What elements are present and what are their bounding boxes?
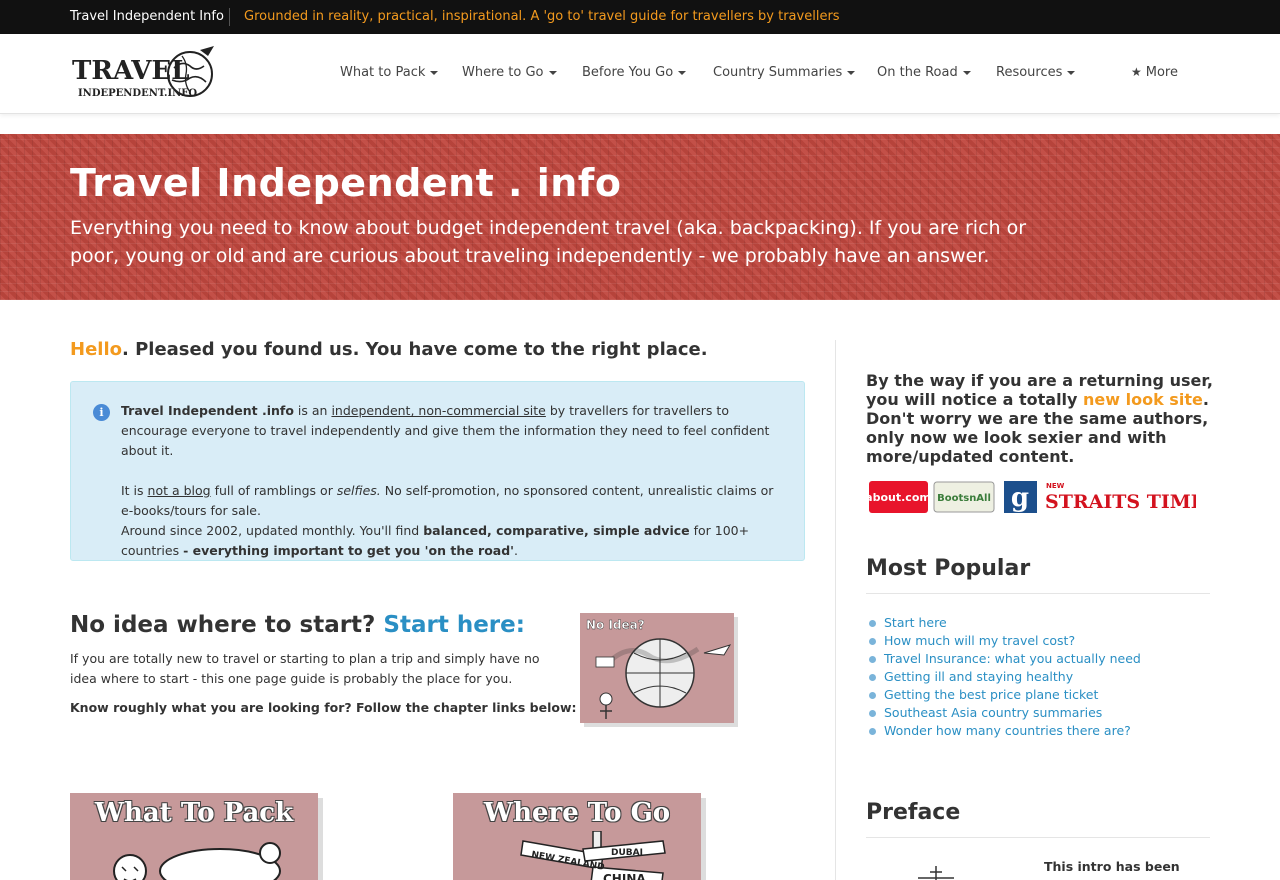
popular-link[interactable]: Southeast Asia country summaries	[866, 704, 1141, 722]
nav-label: Where to Go	[462, 65, 544, 80]
caret-down-icon	[548, 70, 557, 75]
nav-label: More	[1145, 65, 1178, 80]
svg-text:about.com: about.com	[866, 491, 931, 504]
nav-where-to-go[interactable]: Where to Go	[462, 65, 557, 80]
hero-title: Travel Independent . info	[70, 161, 622, 205]
intro-info-box: i Travel Independent .info is an indepen…	[70, 381, 805, 561]
preface-heading: Preface	[866, 800, 961, 825]
chapter-title: Where To Go	[483, 798, 671, 828]
selfies-text: selfies.	[336, 483, 381, 498]
svg-text:CHINA: CHINA	[603, 872, 646, 880]
straits-times-logo: STRAITS TIMES	[1045, 491, 1196, 513]
nav-before-you-go[interactable]: Before You Go	[582, 65, 687, 80]
intro-text: Travel Independent .info is an independe…	[121, 401, 789, 561]
start-here-link[interactable]: Start here:	[383, 612, 525, 638]
signpost-illustration: NEW ZEALAND DUBAI CHINA	[520, 831, 666, 880]
nav-label: Country Summaries	[713, 65, 843, 80]
text: It is	[121, 483, 148, 498]
start-here-text: If you are totally new to travel or star…	[70, 651, 540, 686]
nav-label: On the Road	[877, 65, 958, 80]
text: full of ramblings or	[210, 483, 337, 498]
bold-text: balanced, comparative, simple advice	[423, 523, 690, 538]
start-heading-text: No idea where to start?	[70, 612, 384, 638]
intro-paragraph-2: It is not a blog full of ramblings or se…	[121, 481, 789, 521]
start-here-heading: No idea where to start? Start here:	[70, 612, 525, 638]
chapter-title: What To Pack	[94, 798, 294, 828]
nav-on-the-road[interactable]: On the Road	[877, 65, 971, 80]
chapter-what-to-pack[interactable]: What To Pack	[70, 793, 318, 880]
svg-text:g: g	[1011, 483, 1029, 513]
text: is an	[293, 403, 332, 418]
no-idea-image-text: No Idea?	[586, 618, 645, 632]
bold-text: - everything important to get you 'on th…	[183, 543, 515, 558]
new-look-site-link[interactable]: new look site	[1083, 390, 1203, 409]
svg-text:DUBAI: DUBAI	[611, 848, 643, 858]
popular-link[interactable]: Wonder how many countries there are?	[866, 722, 1141, 740]
sidebar-divider	[835, 340, 836, 880]
caret-down-icon	[678, 70, 687, 75]
top-bar-divider	[229, 8, 230, 26]
hero-subtitle: Everything you need to know about budget…	[70, 217, 1027, 267]
info-icon: i	[93, 404, 110, 421]
nav-label: What to Pack	[340, 65, 426, 80]
caret-down-icon	[962, 70, 971, 75]
nav-country-summaries[interactable]: Country Summaries	[713, 65, 856, 80]
caret-down-icon	[847, 70, 856, 75]
logo-text-independent: INDEPENDENT.INFO	[78, 88, 197, 99]
backpack-illustration	[113, 842, 281, 880]
hello-word: Hello	[70, 339, 122, 360]
independent-site-link[interactable]: independent, non-commercial site	[331, 403, 545, 418]
preface-illustration	[918, 866, 954, 880]
logo-text-travel: TRAVEL	[72, 56, 190, 86]
heading-rule	[866, 837, 1210, 838]
most-popular-heading: Most Popular	[866, 556, 1031, 581]
chapter-where-to-go[interactable]: Where To Go NEW ZEALAND DUBAI CHINA	[453, 793, 701, 880]
popular-link[interactable]: Getting ill and staying healthy	[866, 668, 1141, 686]
hello-rest: . Pleased you found us. You have come to…	[121, 339, 708, 360]
most-popular-list: Start here How much will my travel cost?…	[866, 614, 1141, 740]
top-bar-site-name[interactable]: Travel Independent Info	[70, 9, 224, 24]
text: .	[514, 543, 518, 558]
not-a-blog-link[interactable]: not a blog	[148, 483, 211, 498]
nav-label: Before You Go	[582, 65, 674, 80]
popular-link[interactable]: Getting the best price plane ticket	[866, 686, 1141, 704]
caret-down-icon	[1067, 70, 1076, 75]
nav-what-to-pack[interactable]: What to Pack	[340, 65, 439, 80]
top-bar-tagline: Grounded in reality, practical, inspirat…	[244, 9, 840, 24]
no-idea-illustration[interactable]: No Idea?	[580, 613, 738, 727]
star-icon: ★	[1131, 65, 1142, 79]
hero-banner: Travel Independent . info Everything you…	[0, 134, 1280, 300]
returning-user-note: By the way if you are a returning user, …	[866, 371, 1216, 466]
popular-link[interactable]: Start here	[866, 614, 1141, 632]
main-navbar: TRAVEL INDEPENDENT.INFO What to Pack Whe…	[0, 34, 1280, 114]
chapter-links-prompt: Know roughly what you are looking for? F…	[70, 700, 577, 715]
brand-name: Travel Independent .info	[121, 403, 294, 418]
site-logo[interactable]: TRAVEL INDEPENDENT.INFO	[72, 44, 220, 102]
hello-heading: Hello. Pleased you found us. You have co…	[70, 339, 708, 360]
heading-rule	[866, 593, 1210, 594]
svg-text:NEW: NEW	[1046, 482, 1065, 490]
nav-resources[interactable]: Resources	[996, 65, 1076, 80]
intro-paragraph-3: Around since 2002, updated monthly. You'…	[121, 521, 789, 561]
popular-link[interactable]: How much will my travel cost?	[866, 632, 1141, 650]
intro-paragraph-1: Travel Independent .info is an independe…	[121, 401, 789, 461]
press-logos: about.com BootsnAll g NEW STRAITS TIMES	[866, 481, 1196, 513]
popular-link[interactable]: Travel Insurance: what you actually need	[866, 650, 1141, 668]
nav-label: Resources	[996, 65, 1063, 80]
svg-text:BootsnAll: BootsnAll	[937, 493, 991, 504]
text: Around since 2002, updated monthly. You'…	[121, 523, 424, 538]
nav-more[interactable]: ★ More	[1131, 65, 1178, 80]
top-bar: Travel Independent Info Grounded in real…	[0, 0, 1280, 34]
caret-down-icon	[430, 70, 439, 75]
preface-text: This intro has been	[1044, 859, 1180, 874]
